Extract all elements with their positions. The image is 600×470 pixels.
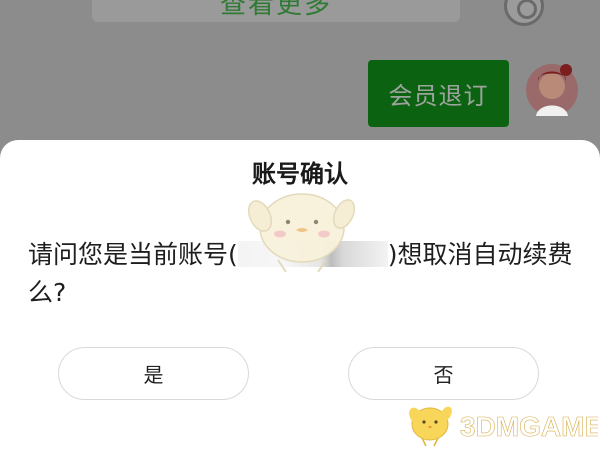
settings-icon[interactable] [504, 0, 544, 26]
no-button[interactable]: 否 [348, 347, 539, 400]
watermark-text: 3DMGAME [460, 411, 598, 442]
dialog-title: 账号确认 [252, 160, 348, 188]
view-more-text: 查看更多 [219, 0, 332, 20]
avatar[interactable] [526, 62, 578, 118]
message-bubble: 会员退订 [368, 60, 509, 127]
watermark-logo: 3DMGAME [402, 398, 600, 450]
watermark-mascot-icon [240, 186, 360, 276]
dialog-message-prefix: 请问您是当前账号( [28, 240, 238, 269]
view-more-card[interactable]: 查看更多 [92, 0, 460, 22]
yes-button[interactable]: 是 [58, 347, 249, 400]
